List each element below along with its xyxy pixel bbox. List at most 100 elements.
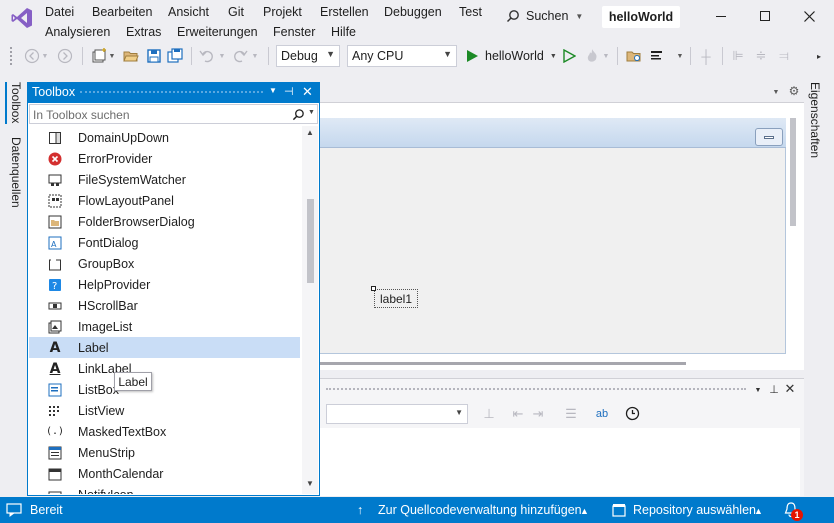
toolbox-item-notifyicon[interactable]: NotifyIcon xyxy=(29,484,300,494)
toolbox-item-imagelist[interactable]: ImageList xyxy=(29,316,300,337)
flowlayoutpanel-icon xyxy=(47,193,63,209)
notification-count: 1 xyxy=(794,510,800,520)
close-button[interactable] xyxy=(796,4,822,28)
align-center-icon[interactable]: ≑ xyxy=(752,47,770,65)
notification-count-badge: 1 xyxy=(791,509,803,521)
open-folder-icon[interactable] xyxy=(122,47,140,65)
toolbox-item-errorprovider[interactable]: ErrorProvider xyxy=(29,148,300,169)
toolbox-item-flowlayoutpanel[interactable]: FlowLayoutPanel xyxy=(29,190,300,211)
redo-icon[interactable] xyxy=(231,47,249,65)
menu-ansicht[interactable]: Ansicht xyxy=(168,5,209,19)
align-grid-icon[interactable]: ┼ xyxy=(697,47,715,65)
menu-hilfe[interactable]: Hilfe xyxy=(331,25,356,39)
toolbox-item-listbox[interactable]: ListBox xyxy=(29,379,300,400)
hot-reload-icon[interactable] xyxy=(583,47,601,65)
toolbox-item-fontdialog[interactable]: A FontDialog xyxy=(29,232,300,253)
output-window-icon[interactable] xyxy=(6,503,22,517)
maximize-button[interactable] xyxy=(752,4,778,28)
menu-extras[interactable]: Extras xyxy=(126,25,161,39)
start-debugging-button[interactable]: helloWorld ▼ xyxy=(465,46,557,66)
new-project-dropdown-icon[interactable]: ▼ xyxy=(108,49,116,63)
toolbox-item-folderbrowserdialog[interactable]: FolderBrowserDialog xyxy=(29,211,300,232)
run-target-label: helloWorld xyxy=(485,49,544,63)
new-project-icon[interactable] xyxy=(90,47,108,65)
filesystemwatcher-icon xyxy=(47,172,63,188)
toolbox-item-maskedtextbox[interactable]: (.) MaskedTextBox xyxy=(29,421,300,442)
toolbox-item-filesystemwatcher[interactable]: FileSystemWatcher xyxy=(29,169,300,190)
tab-toolbox[interactable]: Toolbox xyxy=(9,82,23,123)
toolbox-item-label: FileSystemWatcher xyxy=(78,172,186,187)
toolbox-item-label: HScrollBar xyxy=(78,298,138,313)
menu-git[interactable]: Git xyxy=(228,5,244,19)
close-icon[interactable]: ✕ xyxy=(302,84,313,100)
toolbox-item-monthcalendar[interactable]: MonthCalendar xyxy=(29,463,300,484)
select-repository-button[interactable]: Repository auswählen xyxy=(633,503,756,517)
toolbox-item-linklabel[interactable]: A LinkLabel xyxy=(29,358,300,379)
menu-analysieren[interactable]: Analysieren xyxy=(45,25,110,39)
tab-list-dropdown-icon[interactable]: ▼ xyxy=(770,85,782,99)
menu-debuggen[interactable]: Debuggen xyxy=(384,5,442,19)
start-without-debugging-icon[interactable] xyxy=(560,47,578,65)
toolbar-overflow-icon[interactable]: ▼ xyxy=(676,49,684,63)
play-icon xyxy=(467,50,478,62)
toolbox-item-listview[interactable]: ListView xyxy=(29,400,300,421)
undo-icon[interactable] xyxy=(198,47,216,65)
toolbox-item-label: ListView xyxy=(78,403,125,418)
menu-fenster[interactable]: Fenster xyxy=(273,25,315,39)
chevron-down-icon[interactable]: ▼ xyxy=(269,86,277,95)
svg-text:?: ? xyxy=(52,281,57,292)
configuration-select[interactable]: Debug ▼ xyxy=(276,45,340,67)
chevron-up-icon: ▲ xyxy=(754,506,763,516)
back-icon[interactable] xyxy=(23,47,41,65)
toolbox-item-hscrollbar[interactable]: HScrollBar xyxy=(29,295,300,316)
toolbox-item-label: NotifyIcon xyxy=(78,488,134,495)
toolbar-overflow-icon[interactable]: ▸ xyxy=(812,47,826,65)
menu-erweiterungen[interactable]: Erweiterungen xyxy=(177,25,258,39)
tab-toolbox-indicator xyxy=(5,82,7,124)
menu-erstellen[interactable]: Erstellen xyxy=(320,5,369,19)
toolbox-item-helpprovider[interactable]: ? HelpProvider xyxy=(29,274,300,295)
align-left-icon[interactable]: ⊫ xyxy=(729,47,747,65)
toolbar-separator xyxy=(617,47,618,65)
menu-projekt[interactable]: Projekt xyxy=(263,5,302,19)
back-dropdown-icon[interactable]: ▼ xyxy=(41,49,49,63)
maskedtextbox-icon: (.) xyxy=(45,426,65,437)
toolbox-item-label: ListBox xyxy=(78,382,119,397)
menu-test[interactable]: Test xyxy=(459,5,482,19)
scrollbar-thumb[interactable] xyxy=(307,199,314,283)
browse-icon[interactable] xyxy=(625,47,643,65)
menu-datei[interactable]: Datei xyxy=(45,5,74,19)
hot-reload-dropdown-icon[interactable]: ▼ xyxy=(602,49,610,63)
toolbox-item-domainupdown[interactable]: DomainUpDown xyxy=(29,127,300,148)
scroll-down-icon[interactable]: ▼ xyxy=(306,479,314,488)
toolbar-grip xyxy=(10,47,14,65)
toolbox-search-placeholder: In Toolbox suchen xyxy=(33,108,130,122)
settings-gear-icon[interactable]: ⚙ xyxy=(787,84,801,98)
forward-icon[interactable] xyxy=(56,47,74,65)
menu-bearbeiten[interactable]: Bearbeiten xyxy=(92,5,152,19)
platform-select[interactable]: Any CPU ▼ xyxy=(347,45,457,67)
domainupdown-icon xyxy=(47,130,63,146)
toolbox-item-menustrip[interactable]: MenuStrip xyxy=(29,442,300,463)
redo-dropdown-icon[interactable]: ▼ xyxy=(251,49,259,63)
comment-icon[interactable] xyxy=(648,47,666,65)
menustrip-icon xyxy=(47,445,63,461)
tooltip: Label xyxy=(114,372,152,391)
toolbox-item-groupbox[interactable]: GroupBox xyxy=(29,253,300,274)
toolbox-search-input[interactable]: In Toolbox suchen ▼ xyxy=(29,104,318,124)
align-right-icon[interactable]: ⫤ xyxy=(775,47,793,65)
toolbox-item-label[interactable]: A Label xyxy=(29,337,300,358)
groupbox-icon xyxy=(47,256,63,272)
minimize-button[interactable] xyxy=(708,4,734,28)
save-icon[interactable] xyxy=(145,47,163,65)
toolbar-separator xyxy=(722,47,723,65)
pin-icon[interactable]: ⊣ xyxy=(284,85,294,98)
save-all-icon[interactable] xyxy=(166,47,184,65)
undo-dropdown-icon[interactable]: ▼ xyxy=(218,49,226,63)
search-button[interactable]: Suchen ▼ xyxy=(506,6,584,26)
add-to-source-control-button[interactable]: Zur Quellcodeverwaltung hinzufügen xyxy=(378,503,582,517)
platform-value: Any CPU xyxy=(352,49,404,63)
scroll-up-icon[interactable]: ▲ xyxy=(306,128,314,137)
toolbox-scrollbar[interactable]: ▲ ▼ xyxy=(302,126,318,494)
toolbox-title: Toolbox xyxy=(32,85,76,99)
